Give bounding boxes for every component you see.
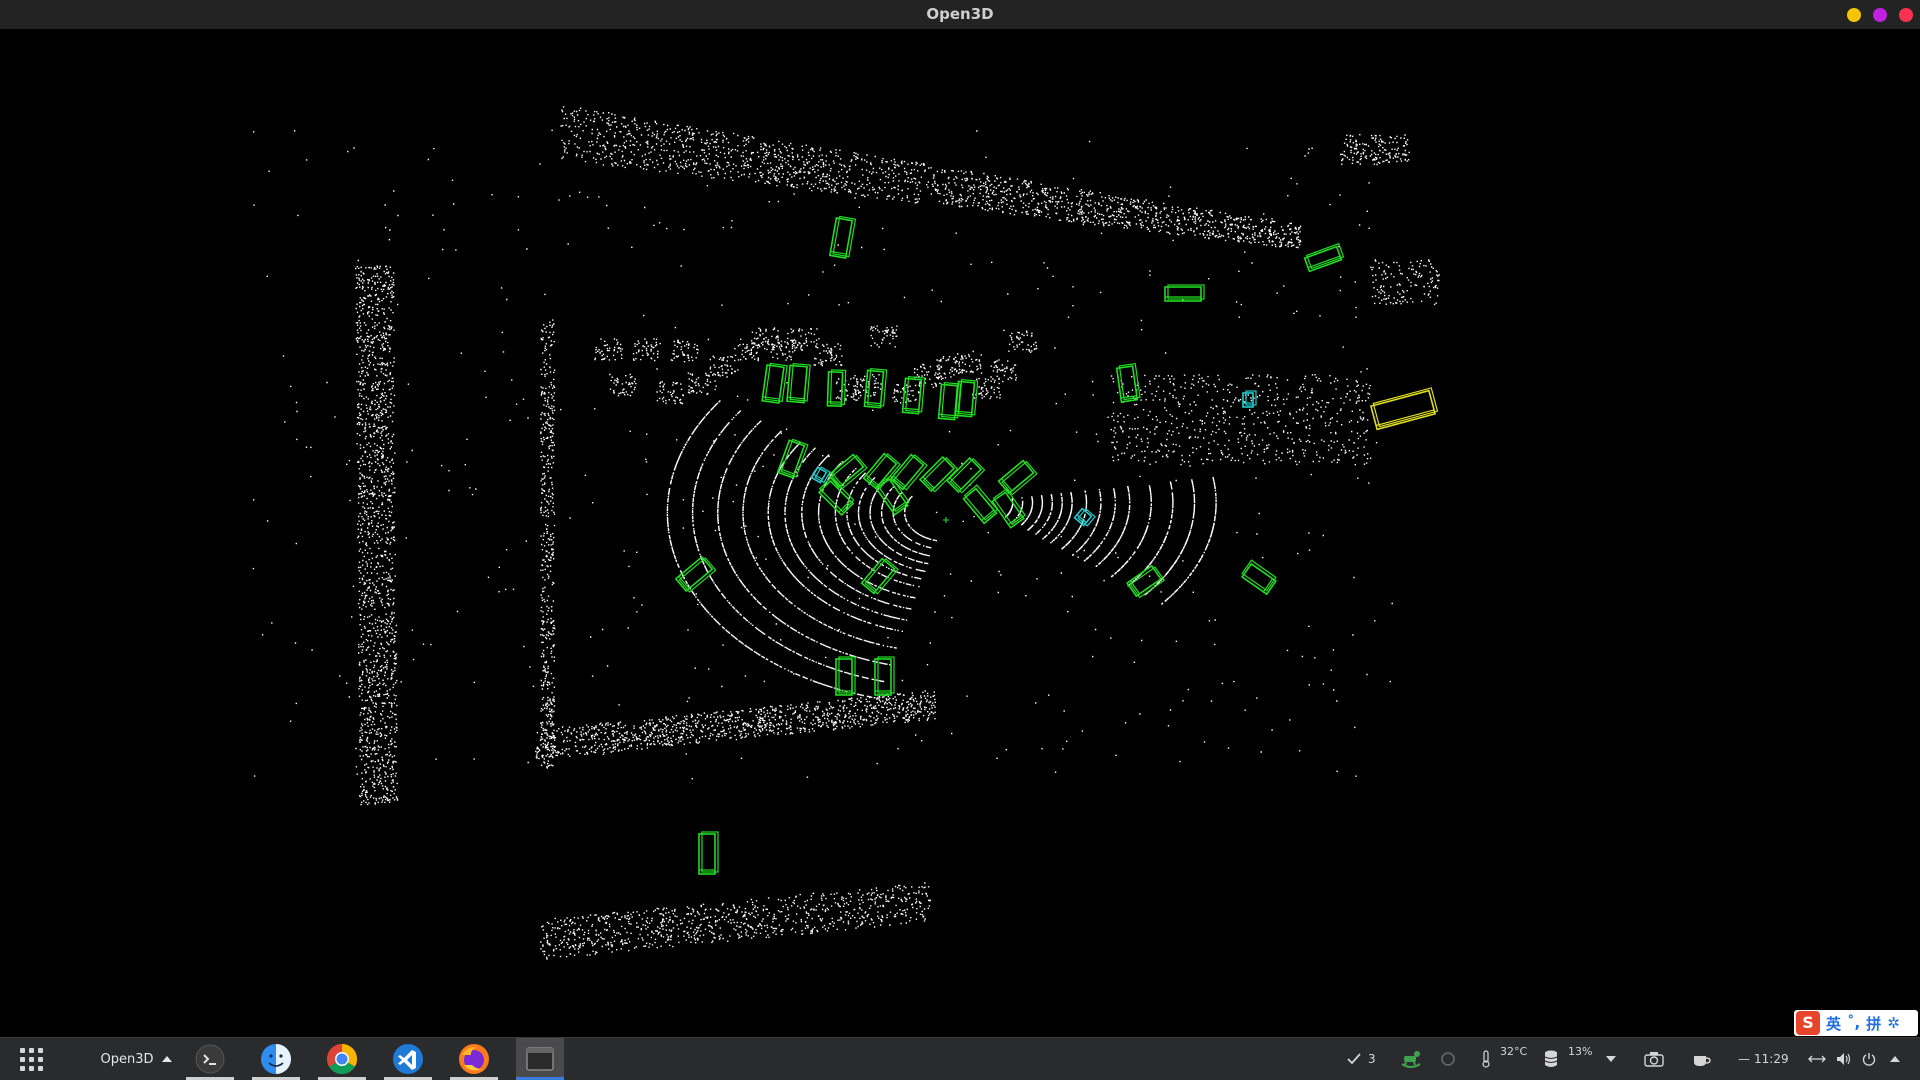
car-bounding-box[interactable] bbox=[874, 656, 895, 696]
ime-punctuation-toggle[interactable]: ˚, bbox=[1847, 1014, 1860, 1032]
car-bounding-box[interactable] bbox=[828, 215, 857, 260]
tray-rocking-horse[interactable] bbox=[1398, 1038, 1424, 1080]
taskbar: Open3D 3 32°C 13% — 11:29 bbox=[0, 1037, 1920, 1080]
tray-expand[interactable] bbox=[1890, 1038, 1900, 1080]
car-bounding-box[interactable] bbox=[863, 367, 888, 409]
window-titlebar[interactable]: Open3D bbox=[0, 0, 1920, 29]
dock-terminal[interactable] bbox=[186, 1038, 234, 1080]
car-bounding-box[interactable] bbox=[1240, 559, 1277, 596]
tray-screenshot[interactable] bbox=[1644, 1038, 1664, 1080]
car-bounding-box[interactable] bbox=[674, 555, 717, 594]
rocking-horse-icon bbox=[1401, 1051, 1421, 1068]
car-bounding-box[interactable] bbox=[1303, 242, 1345, 273]
car-bounding-box[interactable] bbox=[918, 455, 959, 493]
camera-icon bbox=[1644, 1052, 1664, 1067]
point-cloud-canvas[interactable] bbox=[0, 29, 1920, 1037]
sogou-logo-icon[interactable]: S bbox=[1796, 1011, 1820, 1035]
caret-down-icon bbox=[1606, 1056, 1616, 1062]
tray-volume[interactable] bbox=[1836, 1038, 1852, 1080]
caret-up-icon bbox=[161, 1056, 172, 1062]
disk-usage-value: 13% bbox=[1568, 1044, 1593, 1058]
tray-clock[interactable]: — 11:29 bbox=[1738, 1038, 1789, 1080]
terminal-icon bbox=[195, 1044, 225, 1074]
car-bounding-box[interactable] bbox=[835, 656, 856, 696]
status-circle-icon bbox=[1441, 1052, 1455, 1066]
tray-temperature[interactable]: 32°C bbox=[1480, 1038, 1527, 1080]
car-bounding-box[interactable] bbox=[826, 369, 847, 408]
tray-network[interactable] bbox=[1808, 1038, 1826, 1080]
car-bounding-box[interactable] bbox=[991, 488, 1026, 529]
app-launcher-button[interactable] bbox=[14, 1038, 48, 1080]
car-bounding-box[interactable] bbox=[860, 557, 899, 595]
open3d-viewport[interactable] bbox=[0, 29, 1920, 1037]
ime-settings-icon[interactable]: ✲ bbox=[1887, 1014, 1900, 1032]
active-app-label: Open3D bbox=[100, 1051, 154, 1067]
truck-bounding-box[interactable] bbox=[1369, 387, 1439, 431]
database-icon bbox=[1544, 1050, 1558, 1067]
bounding-boxes bbox=[674, 215, 1439, 875]
vscode-icon bbox=[393, 1044, 423, 1074]
tray-updates[interactable]: 3 bbox=[1346, 1038, 1376, 1080]
firefox-icon bbox=[459, 1044, 489, 1074]
open3d-window-icon bbox=[526, 1047, 554, 1071]
finder-icon bbox=[261, 1044, 291, 1074]
power-icon bbox=[1862, 1053, 1876, 1066]
clock-time: 11:29 bbox=[1754, 1052, 1789, 1066]
tray-power[interactable] bbox=[1862, 1038, 1876, 1080]
tray-dropdown[interactable] bbox=[1606, 1038, 1616, 1080]
coffee-cup-icon bbox=[1694, 1056, 1711, 1066]
dock-finder[interactable] bbox=[252, 1038, 300, 1080]
pedestrian-bounding-box[interactable] bbox=[1242, 390, 1257, 408]
temperature-value: 32°C bbox=[1500, 1044, 1528, 1058]
lidar-points bbox=[252, 106, 1440, 960]
clock-prefix: — bbox=[1738, 1052, 1750, 1066]
maximize-button[interactable] bbox=[1873, 8, 1887, 22]
chrome-icon bbox=[326, 1044, 358, 1075]
car-bounding-box[interactable] bbox=[786, 362, 811, 404]
caret-up-icon bbox=[1890, 1056, 1900, 1062]
minimize-button[interactable] bbox=[1847, 8, 1861, 22]
ime-input-method[interactable]: 拼 bbox=[1866, 1013, 1881, 1034]
tray-coffee[interactable] bbox=[1692, 1038, 1712, 1080]
ime-mode-toggle[interactable]: 英 bbox=[1826, 1013, 1841, 1034]
checkmark-icon bbox=[1347, 1053, 1361, 1065]
ego-vehicle-marker bbox=[943, 517, 949, 523]
dock-vscode[interactable] bbox=[384, 1038, 432, 1080]
tray-disk[interactable]: 13% bbox=[1544, 1038, 1592, 1080]
updates-count: 3 bbox=[1368, 1052, 1376, 1066]
apps-grid-icon bbox=[19, 1047, 43, 1071]
dock-open3d-window[interactable] bbox=[516, 1038, 564, 1080]
car-bounding-box[interactable] bbox=[776, 438, 809, 479]
tray-circle[interactable] bbox=[1440, 1038, 1456, 1080]
car-bounding-box[interactable] bbox=[761, 362, 788, 404]
dock-chrome[interactable] bbox=[318, 1038, 366, 1080]
close-button[interactable] bbox=[1899, 8, 1913, 22]
network-arrows-icon bbox=[1808, 1055, 1826, 1063]
car-bounding-box[interactable] bbox=[698, 831, 719, 875]
dock-firefox[interactable] bbox=[450, 1038, 498, 1080]
ime-toolbar[interactable]: S 英 ˚, 拼 ✲ bbox=[1794, 1010, 1918, 1036]
thermometer-icon bbox=[1482, 1050, 1490, 1068]
car-bounding-box[interactable] bbox=[889, 453, 928, 491]
window-title: Open3D bbox=[926, 5, 994, 23]
active-app-menu[interactable]: Open3D bbox=[96, 1038, 176, 1080]
volume-icon bbox=[1837, 1053, 1851, 1065]
car-bounding-box[interactable] bbox=[1164, 284, 1205, 302]
